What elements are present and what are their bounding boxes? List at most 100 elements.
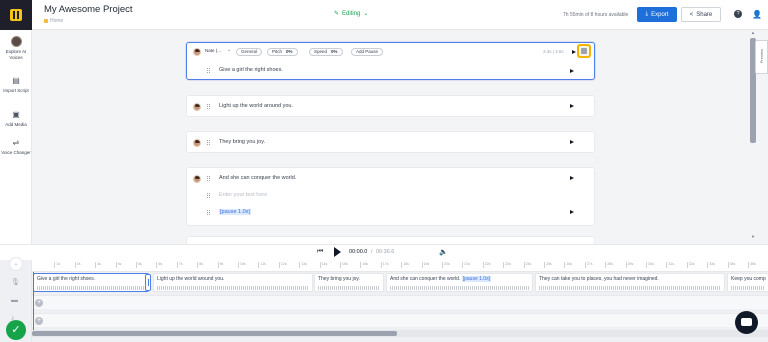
block-text[interactable]: Give a girl the right shoes. xyxy=(219,67,283,73)
export-button[interactable]: ⤓ Export xyxy=(637,7,677,22)
timeline-clip[interactable]: And she can conquer the world. [pause 1.… xyxy=(386,273,533,292)
editing-status-dropdown[interactable]: ✎ Editing ⌄ xyxy=(334,10,368,18)
scroll-down-icon[interactable]: ▼ xyxy=(751,234,755,239)
drag-handle-icon[interactable] xyxy=(207,104,210,109)
pitch-value: 0% xyxy=(286,49,293,54)
ruler-tick xyxy=(442,262,443,268)
volume-icon[interactable]: 🔈 xyxy=(439,248,448,256)
top-bar: My Awesome Project Home ✎ Editing ⌄ 7h 5… xyxy=(0,0,768,30)
skip-back-icon[interactable]: ⏮ xyxy=(317,248,323,256)
script-block-partial[interactable] xyxy=(186,236,595,244)
video-track-icon: ▬ xyxy=(11,297,18,304)
sidebar-item-explore-voices[interactable]: Explore AI Voices xyxy=(0,36,32,60)
timeline-clip[interactable]: They can take you to places, you had nev… xyxy=(535,273,725,292)
pencil-icon: ✎ xyxy=(334,11,340,17)
drag-handle-icon[interactable] xyxy=(207,140,210,145)
script-block-active[interactable]: Nate (... ⌄ General Pitch 0% Speed 0% Add … xyxy=(186,42,595,80)
timeline-ruler[interactable]: 1s 2s 3s 4s 5s 6s 7s 8s 9s 10s 11s 12s 13s 14s 15s 16s 1… xyxy=(32,260,768,272)
preview-tab[interactable]: Preview xyxy=(755,40,768,74)
add-pause-button[interactable]: Add Pause xyxy=(351,48,384,56)
ruler-tick-label: 6s xyxy=(158,262,163,266)
microphone-icon: 🎙 xyxy=(11,279,20,286)
sidebar-item-import-script[interactable]: ▤ Import Script xyxy=(0,76,32,94)
voice-avatar[interactable] xyxy=(193,103,201,111)
drag-handle-icon[interactable] xyxy=(207,176,210,181)
pitch-control[interactable]: Pitch 0% xyxy=(267,48,298,56)
editing-label: Editing xyxy=(342,10,361,17)
ruler-tick xyxy=(360,262,362,268)
ruler-tick-label: 12s xyxy=(280,262,287,266)
ruler-tick xyxy=(503,262,505,268)
ruler-tick-label: 3s xyxy=(97,262,101,266)
playhead[interactable] xyxy=(33,272,34,330)
breadcrumb-home[interactable]: Home xyxy=(50,18,63,24)
timeline-clip[interactable]: Give a girl the right shoes. xyxy=(33,273,149,292)
ruler-tick-label: 32s xyxy=(688,262,695,266)
add-music-icon[interactable]: + xyxy=(35,317,43,325)
timeline-scrollbar-thumb[interactable] xyxy=(32,331,397,336)
play-line-icon[interactable] xyxy=(570,104,574,108)
ruler-tick xyxy=(95,262,97,268)
voice-name[interactable]: Nate (... xyxy=(205,48,221,53)
script-block[interactable]: And she can conquer the world. Enter you… xyxy=(186,167,595,226)
block-text[interactable]: And she can conquer the world. xyxy=(219,175,296,181)
ruler-tick xyxy=(319,262,321,268)
scroll-up-icon[interactable]: ▲ xyxy=(751,30,755,35)
share-label: Share xyxy=(696,11,713,18)
ruler-tick xyxy=(523,262,525,268)
script-block[interactable]: They bring you joy. xyxy=(186,131,595,153)
voice-avatar[interactable] xyxy=(193,139,201,147)
ruler-tick xyxy=(421,262,423,268)
play-icon[interactable] xyxy=(334,247,341,257)
play-line-icon[interactable] xyxy=(570,210,574,214)
block-text[interactable]: Light up the world around you. xyxy=(219,103,293,109)
checklist-fab-icon[interactable]: ✓ xyxy=(6,320,26,340)
more-icon xyxy=(581,48,587,54)
waveform xyxy=(157,286,309,290)
ruler-tick xyxy=(299,262,301,268)
media-track[interactable]: + xyxy=(32,295,768,309)
ruler-tick xyxy=(605,262,607,268)
sidebar-item-add-media[interactable]: ▣ Add Media xyxy=(0,110,32,128)
project-title[interactable]: My Awesome Project xyxy=(44,4,133,15)
clip-resize-handle[interactable] xyxy=(145,274,151,291)
drag-handle-icon[interactable] xyxy=(207,210,210,215)
play-line-icon[interactable] xyxy=(570,69,574,73)
app-logo[interactable] xyxy=(0,0,32,30)
timeline-scrollbar[interactable] xyxy=(32,330,768,337)
block-text-placeholder[interactable]: Enter your text here xyxy=(219,192,267,198)
ruler-tick xyxy=(564,262,566,268)
voice-avatar-icon xyxy=(10,36,22,47)
more-options-button[interactable] xyxy=(577,44,591,58)
voice-avatar[interactable] xyxy=(193,48,201,56)
music-track[interactable]: + xyxy=(32,313,768,327)
ruler-tick-label: 25s xyxy=(546,262,552,266)
timeline-clip[interactable]: Light up the world around you. xyxy=(153,273,313,292)
voice-dropdown-chevron-icon[interactable]: ⌄ xyxy=(227,47,231,53)
play-block-icon[interactable] xyxy=(572,50,576,54)
collapse-timeline-icon[interactable]: ⌄ xyxy=(9,257,23,271)
voice-avatar[interactable] xyxy=(193,175,201,183)
style-selector[interactable]: General xyxy=(236,48,263,56)
timeline-clip[interactable]: Keep you comp xyxy=(727,273,768,292)
help-icon[interactable]: ? xyxy=(734,10,742,18)
breadcrumb[interactable]: Home xyxy=(44,18,63,24)
share-button[interactable]: < Share xyxy=(681,7,721,22)
sidebar-item-voice-changer[interactable]: ⇌ Voice Changer xyxy=(0,138,32,156)
add-media-icon[interactable]: + xyxy=(35,299,43,307)
ruler-tick xyxy=(646,262,647,268)
play-line-icon[interactable] xyxy=(570,176,574,180)
clip-text: Give a girl the right shoes. xyxy=(37,276,96,282)
pause-tag[interactable]: [pause 1.0s] xyxy=(219,209,251,215)
user-icon[interactable]: 👤 xyxy=(752,10,762,19)
chat-icon[interactable] xyxy=(735,311,758,334)
drag-handle-icon[interactable] xyxy=(207,193,210,198)
speed-control[interactable]: Speed 0% xyxy=(309,48,343,56)
sidebar: Explore AI Voices ▤ Import Script ▣ Add … xyxy=(0,30,32,244)
timeline-clip[interactable]: They bring you joy. xyxy=(314,273,384,292)
waveform xyxy=(318,286,380,290)
block-text[interactable]: They bring you joy. xyxy=(219,139,265,145)
play-line-icon[interactable] xyxy=(570,140,574,144)
drag-handle-icon[interactable] xyxy=(207,68,210,73)
script-block[interactable]: Light up the world around you. xyxy=(186,95,595,117)
